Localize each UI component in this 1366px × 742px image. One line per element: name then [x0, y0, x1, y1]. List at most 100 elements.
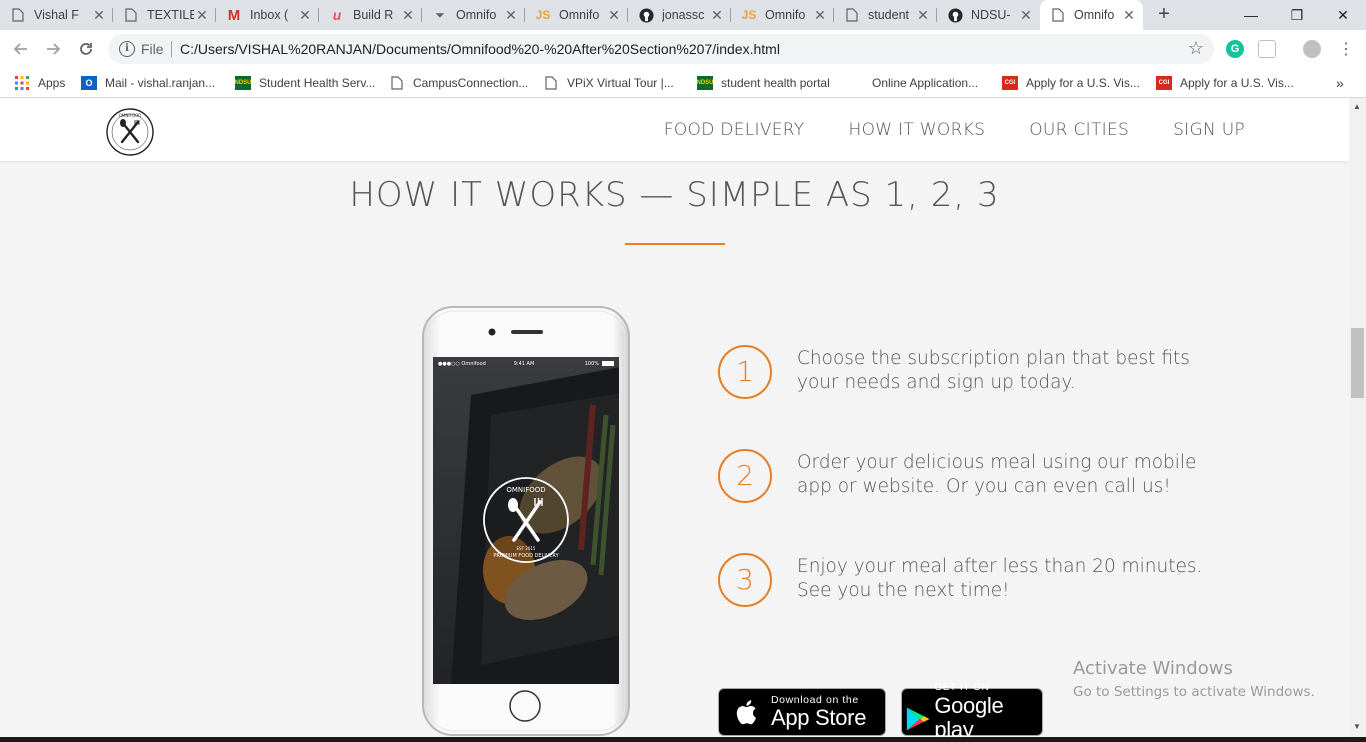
- reload-icon: [80, 43, 92, 55]
- gmail-icon: M: [227, 6, 241, 24]
- tab[interactable]: jonassc ✕: [628, 0, 731, 30]
- close-icon[interactable]: ✕: [606, 7, 622, 24]
- tab-active[interactable]: Omnifo ✕: [1040, 0, 1143, 30]
- tab-title: Omnifo: [456, 8, 497, 22]
- bookmark-visa-2[interactable]: CGI Apply for a U.S. Vis...: [1156, 74, 1294, 92]
- new-tab-button[interactable]: +: [1152, 3, 1176, 27]
- page-icon: [844, 7, 860, 23]
- cgi-icon: CGI: [1156, 76, 1172, 90]
- google-play-big-text: Google play: [934, 693, 1004, 738]
- tab-title: Build R: [353, 8, 394, 22]
- tab[interactable]: JS Omnifo ✕: [731, 0, 834, 30]
- url-text[interactable]: C:/Users/VISHAL%20RANJAN/Documents/Omnif…: [180, 41, 780, 57]
- tab-title: NDSU-: [971, 8, 1011, 22]
- tab-title: jonassc: [662, 8, 705, 22]
- scroll-down-arrow-icon[interactable]: ▼: [1353, 722, 1361, 731]
- file-label: File: [141, 41, 164, 57]
- tab-strip: Vishal F ✕ TEXTILE ✕ M Inbox ( ✕ u Build…: [0, 0, 1366, 30]
- forward-button[interactable]: [41, 37, 65, 61]
- close-icon[interactable]: ✕: [194, 7, 210, 24]
- logo-text: OMNIFOOD: [119, 113, 141, 118]
- omnifood-logo[interactable]: OMNIFOOD: [105, 108, 155, 156]
- status-time: 9:41 AM: [514, 361, 535, 367]
- close-icon[interactable]: ✕: [503, 7, 519, 24]
- tab[interactable]: Vishal F ✕: [0, 0, 113, 30]
- bookmarks-bar: Apps O Mail - vishal.ranjan... NDSU Stud…: [0, 68, 1366, 98]
- reload-button[interactable]: [74, 37, 98, 61]
- page-icon: [543, 76, 559, 90]
- nav-sign-up[interactable]: SIGN UP: [1173, 120, 1245, 140]
- maximize-button[interactable]: ❐: [1274, 0, 1320, 30]
- close-icon[interactable]: ✕: [91, 7, 107, 24]
- tab-title: TEXTILE: [147, 8, 194, 22]
- tab-title: student: [868, 8, 910, 22]
- forward-arrow-icon: [47, 43, 61, 55]
- close-window-button[interactable]: ✕: [1320, 0, 1366, 30]
- blank-icon: [848, 76, 864, 90]
- app-logo-subtitle: PREMIUM FOOD DELIVERY: [493, 553, 559, 559]
- close-icon[interactable]: ✕: [1121, 7, 1137, 24]
- divider: [171, 41, 172, 57]
- minimize-button[interactable]: —: [1228, 0, 1274, 30]
- nav-food-delivery[interactable]: FOOD DELIVERY: [664, 120, 805, 140]
- section-title: HOW IT WORKS — SIMPLE AS 1, 2, 3: [349, 175, 1000, 215]
- nav-how-it-works[interactable]: HOW IT WORKS: [849, 120, 986, 140]
- tab[interactable]: student ✕: [834, 0, 937, 30]
- bookmark-health-portal[interactable]: NDSU student health portal: [697, 74, 830, 92]
- bookmark-vpix[interactable]: VPiX Virtual Tour |...: [543, 74, 674, 92]
- back-button[interactable]: [9, 37, 33, 61]
- tab[interactable]: TEXTILE ✕: [113, 0, 216, 30]
- bookmark-health-services[interactable]: NDSU Student Health Serv...: [235, 74, 376, 92]
- bookmark-label: student health portal: [721, 76, 830, 90]
- page-icon: [10, 7, 26, 23]
- nav-our-cities[interactable]: OUR CITIES: [1029, 120, 1129, 140]
- tab[interactable]: JS Omnifo ✕: [525, 0, 628, 30]
- close-icon[interactable]: ✕: [1018, 7, 1034, 24]
- close-icon[interactable]: ✕: [297, 7, 313, 24]
- close-icon[interactable]: ✕: [709, 7, 725, 24]
- page-scrollbar[interactable]: ▲ ▼: [1349, 98, 1366, 737]
- tab-title: Omnifo: [1074, 8, 1115, 22]
- bookmark-apps[interactable]: Apps: [14, 74, 65, 92]
- title-underline: [625, 243, 725, 245]
- apple-icon: [736, 700, 756, 725]
- tab[interactable]: ⏷ Omnifo ✕: [422, 0, 525, 30]
- address-bar[interactable]: i File C:/Users/VISHAL%20RANJAN/Document…: [108, 34, 1214, 64]
- tab[interactable]: M Inbox ( ✕: [216, 0, 319, 30]
- app-store-button[interactable]: Download on the App Store: [718, 688, 886, 736]
- browser-toolbar: i File C:/Users/VISHAL%20RANJAN/Document…: [0, 30, 1366, 68]
- scroll-up-arrow-icon[interactable]: ▲: [1353, 102, 1361, 111]
- tab-title: Vishal F: [34, 8, 79, 22]
- step-text: Enjoy your meal after less than 20 minut…: [797, 556, 1203, 601]
- google-play-button[interactable]: GET IT ON Google play: [901, 682, 1043, 738]
- download-icon: ⏷: [435, 7, 445, 22]
- status-carrier: ●●●○○ Omnifood: [438, 361, 486, 367]
- info-icon[interactable]: i: [119, 41, 135, 57]
- bookmark-label: VPiX Virtual Tour |...: [567, 76, 674, 90]
- close-icon[interactable]: ✕: [400, 7, 416, 24]
- app-screen-image: ●●●○○ Omnifood 9:41 AM 100% OMNIFOOD EST…: [422, 306, 630, 736]
- grammarly-icon[interactable]: G: [1226, 40, 1244, 58]
- menu-icon[interactable]: ⋮: [1334, 37, 1358, 61]
- tab[interactable]: u Build R ✕: [319, 0, 422, 30]
- github-icon: [947, 7, 963, 23]
- bookmark-online-application[interactable]: Online Application...: [848, 74, 978, 92]
- bookmark-label: Apply for a U.S. Vis...: [1180, 76, 1294, 90]
- page-icon: [389, 76, 405, 90]
- bookmark-visa-1[interactable]: CGI Apply for a U.S. Vis...: [1002, 74, 1140, 92]
- star-icon[interactable]: ☆: [1188, 38, 1204, 59]
- profile-avatar[interactable]: [1303, 40, 1321, 58]
- close-icon[interactable]: ✕: [915, 7, 931, 24]
- close-icon[interactable]: ✕: [812, 7, 828, 24]
- step-text: Choose the subscription plan that best f…: [797, 348, 1190, 393]
- scrollbar-thumb[interactable]: [1351, 328, 1364, 398]
- activate-windows-title: Activate Windows: [1073, 658, 1233, 679]
- extension-icon[interactable]: [1258, 40, 1276, 58]
- app-store-big-text: App Store: [771, 705, 867, 730]
- bookmark-mail[interactable]: O Mail - vishal.ranjan...: [81, 74, 215, 92]
- back-arrow-icon: [13, 43, 27, 55]
- bookmark-campus-connection[interactable]: CampusConnection...: [389, 74, 528, 92]
- tab[interactable]: NDSU- ✕: [937, 0, 1040, 30]
- more-bookmarks-icon[interactable]: »: [1336, 74, 1344, 92]
- udemy-icon: u: [332, 7, 342, 23]
